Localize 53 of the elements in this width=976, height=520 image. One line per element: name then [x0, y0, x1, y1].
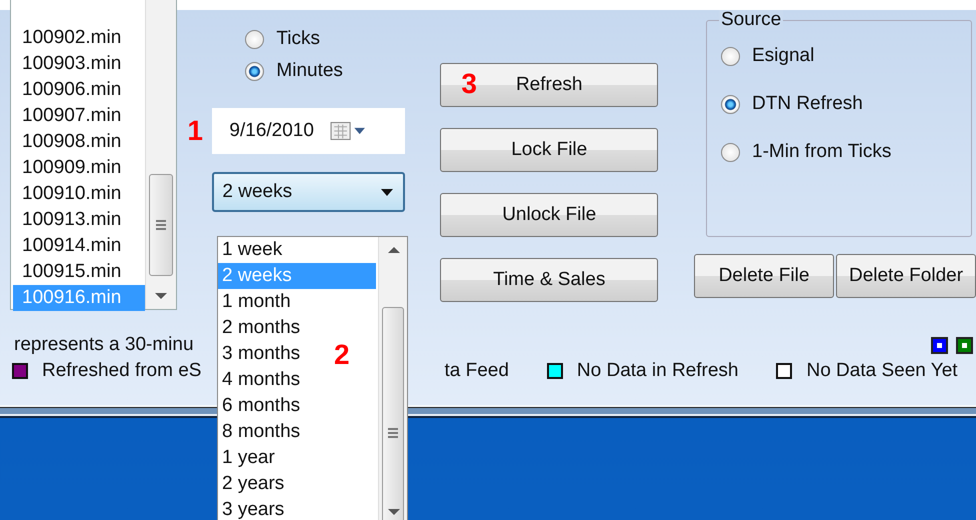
radio-label: 1-Min from Ticks: [752, 141, 892, 163]
dropdown-option[interactable]: 1 month: [218, 289, 295, 315]
file-list-item[interactable]: 100906.min: [13, 77, 146, 103]
step-number: 1: [187, 115, 204, 147]
legend-note: represents a 30-minu: [14, 334, 194, 356]
file-list-item[interactable]: 100914.min: [13, 233, 146, 259]
dropdown-option[interactable]: 2 months: [218, 315, 304, 341]
up-arrow-icon[interactable]: [388, 247, 400, 253]
action-button[interactable]: Lock File: [440, 128, 658, 172]
radio-button[interactable]: [721, 46, 740, 66]
radio-label: Esignal: [752, 45, 814, 67]
scroll-thumb[interactable]: [382, 307, 404, 520]
delete-button[interactable]: Delete Folder: [836, 254, 976, 298]
scroll-thumb[interactable]: [149, 174, 174, 276]
date-picker[interactable]: 9/16/2010: [212, 108, 406, 154]
file-list-item[interactable]: 100907.min: [13, 103, 146, 129]
step-number: 2: [334, 339, 350, 371]
legend-label: Refreshed from eS: [42, 360, 202, 382]
file-list-item[interactable]: 100910.min: [13, 181, 146, 207]
radio-button[interactable]: [245, 62, 264, 80]
file-list-item[interactable]: 100915.min: [13, 259, 146, 285]
file-list-item[interactable]: 100902.min: [13, 25, 146, 51]
action-button[interactable]: 3 Refresh: [440, 63, 658, 107]
dropdown-option[interactable]: 2 years: [218, 471, 288, 497]
action-button[interactable]: Unlock File: [440, 193, 658, 237]
radio-label: DTN Refresh: [752, 93, 863, 115]
radio-button[interactable]: [721, 142, 740, 162]
dropdown-option[interactable]: 6 months: [218, 393, 304, 419]
down-arrow-icon[interactable]: [155, 293, 168, 299]
radio-label: Minutes: [276, 60, 343, 82]
radio-button[interactable]: [245, 30, 264, 48]
action-button[interactable]: Time & Sales: [440, 258, 658, 302]
legend-label: No Data in Refresh: [576, 360, 738, 382]
scrollbar[interactable]: [378, 237, 407, 520]
calendar-icon[interactable]: [330, 121, 366, 141]
dropdown-option[interactable]: 3 months: [218, 341, 304, 367]
dropdown-option[interactable]: 1 year: [218, 445, 279, 471]
radio-button[interactable]: [721, 94, 740, 114]
dropdown-option[interactable]: 4 months: [218, 367, 304, 393]
scrollbar[interactable]: [145, 0, 176, 309]
legend-label: ta Feed: [444, 360, 509, 382]
file-list-item[interactable]: 100913.min: [13, 207, 146, 233]
file-list-item[interactable]: 100909.min: [13, 155, 146, 181]
file-list-item[interactable]: 100903.min: [13, 51, 146, 77]
down-arrow-icon[interactable]: [388, 509, 400, 515]
dropdown-option[interactable]: 8 months: [218, 419, 304, 445]
delete-button[interactable]: Delete File: [694, 254, 834, 298]
dropdown-option[interactable]: 1 week: [218, 237, 286, 263]
file-list-item[interactable]: 100908.min: [13, 129, 146, 155]
legend-label: No Data Seen Yet: [806, 360, 958, 382]
dropdown-option[interactable]: 3 years: [218, 497, 288, 520]
period-dropdown[interactable]: 2 weeks: [212, 172, 406, 212]
radio-label: Ticks: [276, 28, 320, 50]
